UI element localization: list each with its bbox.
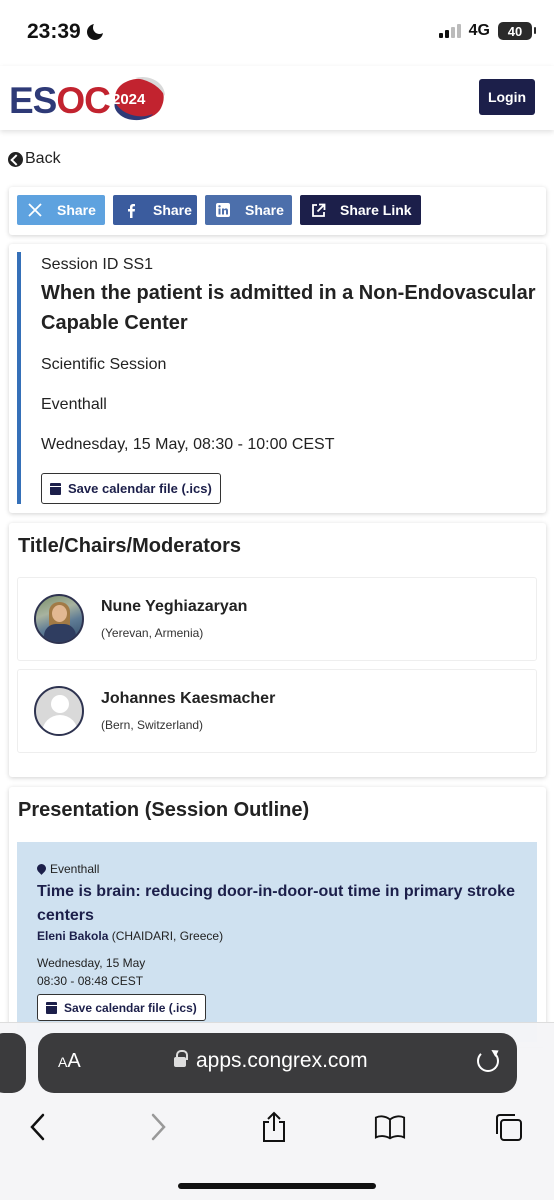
share-x-button[interactable]: Share — [17, 195, 105, 225]
back-nav-icon[interactable] — [22, 1111, 54, 1143]
status-indicators: 4G 40 — [438, 22, 536, 40]
presentation-title[interactable]: Time is brain: reducing door-in-door-out… — [37, 880, 517, 928]
share-x-label: Share — [57, 202, 96, 218]
battery-icon: 40 — [498, 22, 536, 40]
save-calendar-button[interactable]: Save calendar file (.ics) — [37, 994, 206, 1021]
presentation-heading: Presentation (Session Outline) — [18, 799, 310, 821]
presentation-room: Eventhall — [37, 862, 99, 876]
external-link-icon — [310, 202, 326, 218]
logo-year: 2024 — [112, 91, 146, 108]
presentation-room-label: Eventhall — [50, 862, 100, 876]
person-location: (Bern, Switzerland) — [101, 718, 204, 732]
linkedin-icon — [215, 202, 231, 218]
session-type: Scientific Session — [41, 356, 167, 373]
status-bar: 23:39 4G 40 — [0, 0, 554, 66]
url-text[interactable]: apps.congrex.com — [196, 1049, 368, 1073]
chairs-heading: Title/Chairs/Moderators — [18, 535, 242, 557]
chairs-card: Title/Chairs/Moderators Nune Yeghiazarya… — [9, 523, 546, 777]
calendar-icon — [46, 1001, 57, 1014]
session-card: Session ID SS1 When the patient is admit… — [9, 244, 546, 513]
logo-wordmark: ESOC — [9, 80, 111, 121]
session-room: Eventhall — [41, 396, 107, 413]
back-link[interactable]: Back — [8, 150, 61, 168]
clock: 23:39 — [27, 20, 81, 43]
chair-person[interactable]: Nune Yeghiazaryan (Yerevan, Armenia) — [17, 577, 537, 661]
esoc-logo[interactable]: ESOC 2024 — [9, 74, 169, 122]
save-calendar-label: Save calendar file (.ics) — [64, 1000, 197, 1015]
save-calendar-button[interactable]: Save calendar file (.ics) — [41, 473, 221, 504]
person-name: Johannes Kaesmacher — [101, 690, 276, 707]
speaker-name: Eleni Bakola — [37, 929, 109, 943]
share-card: Share Share Share Share Link — [9, 187, 546, 235]
share-link-label: Share Link — [340, 202, 412, 218]
calendar-icon — [50, 482, 61, 495]
chair-person[interactable]: Johannes Kaesmacher (Bern, Switzerland) — [17, 669, 537, 753]
back-arrow-icon — [8, 151, 23, 167]
back-label: Back — [25, 150, 61, 167]
share-linkedin-label: Share — [245, 202, 284, 218]
map-pin-icon — [37, 864, 46, 875]
share-link-button[interactable]: Share Link — [300, 195, 421, 225]
site-header: ESOC 2024 Login — [0, 66, 554, 130]
lock-icon — [174, 1050, 188, 1068]
presentation-date: Wednesday, 15 May — [37, 956, 146, 970]
person-name: Nune Yeghiazaryan — [101, 598, 248, 615]
address-bar[interactable]: AAAA apps.congrex.com — [38, 1033, 517, 1093]
share-facebook-button[interactable]: Share — [113, 195, 197, 225]
save-calendar-label: Save calendar file (.ics) — [68, 481, 212, 496]
share-linkedin-button[interactable]: Share — [205, 195, 292, 225]
avatar — [34, 686, 84, 736]
signal-icon — [438, 24, 461, 38]
presentation-item[interactable]: Eventhall Time is brain: reducing door-i… — [17, 842, 537, 1042]
session-accent-bar — [17, 252, 21, 504]
x-logo-icon — [27, 202, 43, 218]
presentation-time: 08:30 - 08:48 CEST — [37, 974, 144, 988]
facebook-icon — [123, 202, 139, 218]
person-location: (Yerevan, Armenia) — [101, 626, 204, 640]
status-time: 23:39 — [27, 20, 106, 44]
session-time: Wednesday, 15 May, 08:30 - 10:00 CEST — [41, 436, 335, 453]
share-icon[interactable] — [258, 1111, 290, 1143]
login-button[interactable]: Login — [479, 79, 535, 115]
presentation-card: Presentation (Session Outline) Eventhall… — [9, 787, 546, 1047]
tabs-icon[interactable] — [492, 1111, 524, 1143]
network-type: 4G — [468, 22, 490, 39]
moon-icon — [86, 21, 106, 40]
session-id: Session ID SS1 — [41, 256, 154, 273]
forward-nav-icon[interactable] — [142, 1111, 174, 1143]
browser-toolbar: AAAA apps.congrex.com — [0, 1022, 554, 1200]
speaker-location: (CHAIDARI, Greece) — [108, 929, 224, 943]
avatar — [34, 594, 84, 644]
session-title: When the patient is admitted in a Non-En… — [41, 282, 536, 334]
bookmarks-icon[interactable] — [374, 1111, 406, 1143]
home-indicator — [178, 1183, 376, 1189]
previous-tab-peek[interactable] — [0, 1033, 26, 1093]
share-facebook-label: Share — [153, 202, 192, 218]
text-size-button[interactable]: AAAA — [58, 1050, 81, 1073]
presentation-speaker: Eleni Bakola (CHAIDARI, Greece) — [37, 929, 223, 943]
reload-icon[interactable] — [477, 1050, 499, 1072]
